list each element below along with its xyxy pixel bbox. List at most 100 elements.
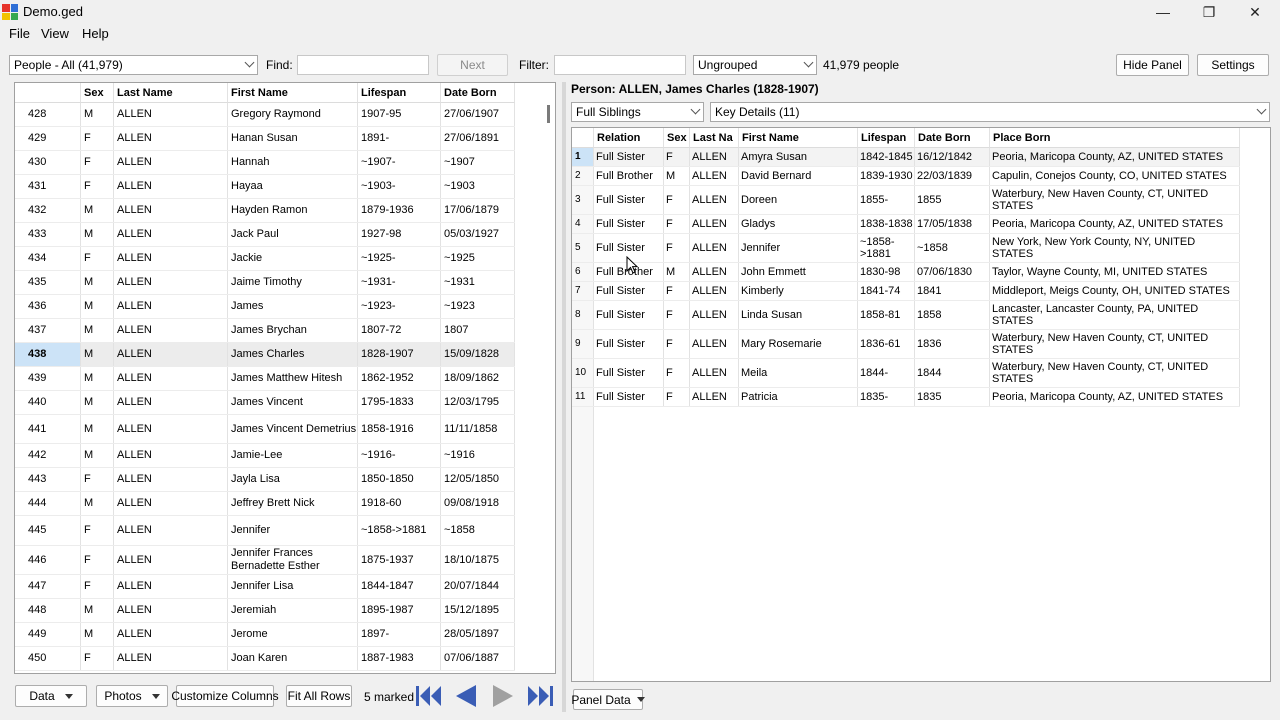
people-filter-dropdown[interactable]: People - All (41,979) [9, 55, 258, 75]
filter-input[interactable] [554, 55, 686, 75]
table-cell: 1927-98 [358, 223, 441, 246]
table-row[interactable]: 437 M ALLEN James Brychan 1807-72 1807 [15, 319, 515, 343]
column-header-0[interactable] [15, 83, 81, 103]
previous-record-icon[interactable] [452, 683, 480, 709]
close-button[interactable]: ✕ [1232, 0, 1278, 24]
table-cell: Peoria, Maricopa County, AZ, UNITED STAT… [990, 388, 1240, 406]
last-record-icon[interactable] [526, 683, 554, 709]
table-row[interactable]: 8 Full Sister F ALLEN Linda Susan 1858-81 1858… [572, 301, 1240, 330]
column-header-3[interactable]: First Name [228, 83, 358, 103]
column-header-4[interactable]: Lifespan [358, 83, 441, 103]
column-header-2[interactable]: Sex [664, 128, 690, 148]
maximize-button[interactable]: ❐ [1186, 0, 1232, 24]
column-header-4[interactable]: First Name [739, 128, 858, 148]
table-row[interactable]: 1 Full Sister F ALLEN Amyra Susan 1842-1845 16… [572, 148, 1240, 167]
table-cell: 444 [15, 492, 81, 515]
table-cell: 1836 [915, 330, 990, 358]
settings-button[interactable]: Settings [1197, 54, 1269, 76]
table-cell: F [664, 148, 690, 166]
column-header-2[interactable]: Last Name [114, 83, 228, 103]
table-cell: F [664, 388, 690, 406]
table-cell: 439 [15, 367, 81, 390]
panel-splitter[interactable] [562, 82, 566, 712]
marked-count: 5 marked [364, 690, 415, 704]
table-row[interactable]: 442 M ALLEN Jamie-Lee ~1916- ~1916 [15, 444, 515, 468]
table-cell: 1828-1907 [358, 343, 441, 366]
find-input[interactable] [297, 55, 429, 75]
table-row[interactable]: 443 F ALLEN Jayla Lisa 1850-1850 12/05/1850 [15, 468, 515, 492]
table-cell: M [81, 199, 114, 222]
table-cell: John Emmett [739, 263, 858, 281]
table-row[interactable]: 6 Full Brother M ALLEN John Emmett 1830-98 07/… [572, 263, 1240, 282]
next-record-icon[interactable] [489, 683, 517, 709]
data-menu-button[interactable]: Data [15, 685, 87, 707]
grouping-dropdown[interactable]: Ungrouped [693, 55, 817, 75]
people-grid[interactable]: Sex Last Name First Name Lifespan Date Born … [14, 82, 556, 674]
caret-down-icon [151, 693, 160, 699]
column-header-7[interactable]: Place Born [990, 128, 1240, 148]
minimize-button[interactable]: — [1140, 0, 1186, 24]
table-cell: 1858-1916 [358, 415, 441, 443]
table-row[interactable]: 10 Full Sister F ALLEN Meila 1844- 1844 Waterbu… [572, 359, 1240, 388]
table-cell: F [81, 468, 114, 491]
column-header-0[interactable] [572, 128, 594, 148]
table-cell: 1839-1930 [858, 167, 915, 185]
column-header-3[interactable]: Last Na [690, 128, 739, 148]
fit-all-rows-button[interactable]: Fit All Rows [286, 685, 352, 707]
menu-file[interactable]: File [9, 26, 30, 41]
table-cell: 1841-74 [858, 282, 915, 300]
table-row[interactable]: 429 F ALLEN Hanan Susan 1891- 27/06/1891 [15, 127, 515, 151]
column-header-1[interactable]: Sex [81, 83, 114, 103]
table-row[interactable]: 444 M ALLEN Jeffrey Brett Nick 1918-60 09/08/… [15, 492, 515, 516]
table-cell: ALLEN [690, 282, 739, 300]
table-row[interactable]: 433 M ALLEN Jack Paul 1927-98 05/03/1927 [15, 223, 515, 247]
table-row[interactable]: 431 F ALLEN Hayaa ~1903- ~1903 [15, 175, 515, 199]
menu-view[interactable]: View [41, 26, 69, 41]
table-row[interactable]: 449 M ALLEN Jerome 1897- 28/05/1897 [15, 623, 515, 647]
table-row[interactable]: 11 Full Sister F ALLEN Patricia 1835- 1835 Peor… [572, 388, 1240, 407]
menu-help[interactable]: Help [82, 26, 109, 41]
table-row[interactable]: 440 M ALLEN James Vincent 1795-1833 12/03/179… [15, 391, 515, 415]
relatives-grid[interactable]: Relation Sex Last Na First Name Lifespan Date… [571, 127, 1271, 682]
detail-view-dropdown[interactable]: Key Details (11) [710, 102, 1270, 122]
table-row[interactable]: 7 Full Sister F ALLEN Kimberly 1841-74 1841 Mid… [572, 282, 1240, 301]
table-row[interactable]: 447 F ALLEN Jennifer Lisa 1844-1847 20/07/184… [15, 575, 515, 599]
column-header-5[interactable]: Date Born [441, 83, 515, 103]
table-row[interactable]: 3 Full Sister F ALLEN Doreen 1855- 1855 Waterbu… [572, 186, 1240, 215]
table-row[interactable]: 432 M ALLEN Hayden Ramon 1879-1936 17/06/1879 [15, 199, 515, 223]
people-grid-scrollbar[interactable] [545, 103, 555, 673]
scrollbar-thumb[interactable] [547, 105, 550, 123]
table-row[interactable]: 5 Full Sister F ALLEN Jennifer ~1858->1881 ~18… [572, 234, 1240, 263]
table-cell: Jack Paul [228, 223, 358, 246]
table-row[interactable]: 4 Full Sister F ALLEN Gladys 1838-1838 17/05/1… [572, 215, 1240, 234]
table-row[interactable]: 439 M ALLEN James Matthew Hitesh 1862-1952 18… [15, 367, 515, 391]
table-row[interactable]: 445 F ALLEN Jennifer ~1858->1881 ~1858 [15, 516, 515, 546]
hide-panel-button[interactable]: Hide Panel [1116, 54, 1189, 76]
table-row[interactable]: 2 Full Brother M ALLEN David Bernard 1839-193… [572, 167, 1240, 186]
table-row[interactable]: 435 M ALLEN Jaime Timothy ~1931- ~1931 [15, 271, 515, 295]
first-record-icon[interactable] [415, 683, 443, 709]
next-button[interactable]: Next [437, 54, 508, 76]
table-row[interactable]: 450 F ALLEN Joan Karen 1887-1983 07/06/1887 [15, 647, 515, 671]
relation-filter-dropdown[interactable]: Full Siblings [571, 102, 704, 122]
chevron-down-icon [244, 57, 255, 68]
customize-columns-button[interactable]: Customize Columns [171, 685, 279, 707]
table-row[interactable]: 441 M ALLEN James Vincent Demetrius 1858-191… [15, 415, 515, 444]
table-row[interactable]: 430 F ALLEN Hannah ~1907- ~1907 [15, 151, 515, 175]
table-cell: James Charles [228, 343, 358, 366]
photos-menu-button[interactable]: Photos [96, 685, 168, 707]
table-row[interactable]: 448 M ALLEN Jeremiah 1895-1987 15/12/1895 [15, 599, 515, 623]
panel-data-menu-button[interactable]: Panel Data [571, 689, 645, 710]
column-header-5[interactable]: Lifespan [858, 128, 915, 148]
column-header-6[interactable]: Date Born [915, 128, 990, 148]
table-row[interactable]: 438 M ALLEN James Charles 1828-1907 15/09/182… [15, 343, 515, 367]
table-row[interactable]: 428 M ALLEN Gregory Raymond 1907-95 27/06/190… [15, 103, 515, 127]
table-cell: Jeremiah [228, 599, 358, 622]
table-row[interactable]: 9 Full Sister F ALLEN Mary Rosemarie 1836-61 1… [572, 330, 1240, 359]
table-row[interactable]: 446 F ALLEN Jennifer Frances Bernadette Est… [15, 546, 515, 575]
table-row[interactable]: 434 F ALLEN Jackie ~1925- ~1925 [15, 247, 515, 271]
column-header-1[interactable]: Relation [594, 128, 664, 148]
table-cell: Middleport, Meigs County, OH, UNITED STA… [990, 282, 1240, 300]
table-cell: 1891- [358, 127, 441, 150]
table-row[interactable]: 436 M ALLEN James ~1923- ~1923 [15, 295, 515, 319]
